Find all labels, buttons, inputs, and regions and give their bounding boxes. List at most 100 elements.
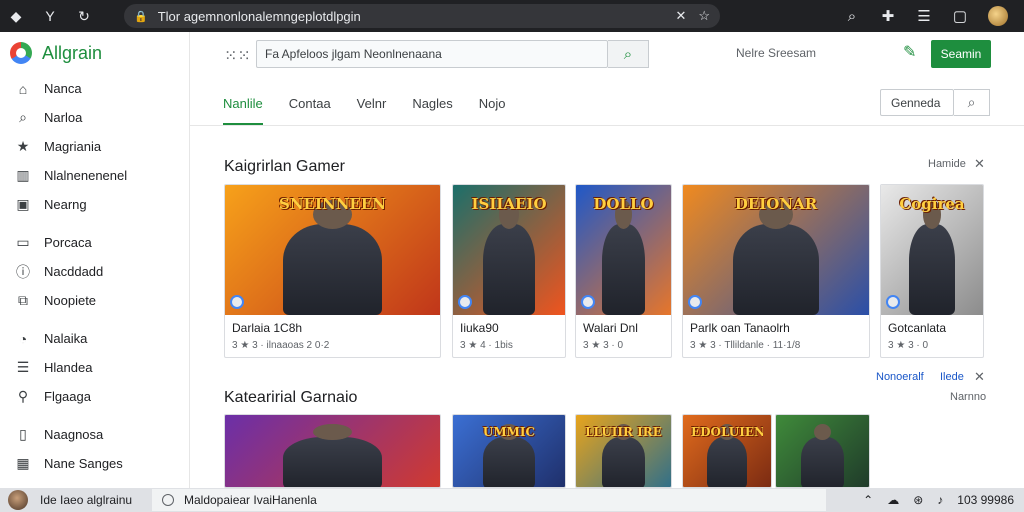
volume-icon[interactable]: ♪ — [937, 493, 943, 507]
profile-avatar[interactable] — [988, 6, 1008, 26]
search-icon[interactable]: ⌕ — [844, 8, 860, 25]
badge-icon — [688, 295, 702, 309]
search-input[interactable]: Fa Apfeloos jlgam Neonlnenaana — [256, 40, 608, 68]
game-artwork: Cogirea — [881, 185, 983, 315]
game-artwork: SNEINNEEN — [225, 185, 440, 315]
download-item[interactable]: Maldopaiear IvaiHanenla — [152, 489, 826, 511]
color-square-icon[interactable]: ◆ — [8, 8, 24, 24]
section-link[interactable]: Ilede — [940, 371, 964, 383]
browser-toolbar: ◆ Y ↻ 🔒 Tlor agemnonlonalemngeplotdlpgin… — [0, 0, 1024, 32]
game-card[interactable] — [775, 414, 870, 488]
address-bar[interactable]: 🔒 Tlor agemnonlonalemngeplotdlpgin ✕ ☆ — [124, 4, 720, 28]
card-icon: ▭ — [16, 234, 30, 250]
sidebar-item-label: Flgaaga — [44, 389, 91, 404]
sidebar-item[interactable]: ⚲ Flgaaga — [0, 382, 189, 411]
sidebar-item[interactable]: ★ Magriania — [0, 132, 189, 161]
sidebar: Allgrain ⌂ Nanca ⌕ Narloa ★ Magriania ▥ Nlalnen… — [0, 32, 190, 488]
chevron-up-icon[interactable]: ⌃ — [863, 493, 873, 507]
badge-icon — [886, 295, 900, 309]
filter-input[interactable]: Genneda — [880, 89, 954, 116]
game-card[interactable] — [224, 414, 441, 488]
search-icon: ⌕ — [623, 45, 633, 63]
network-icon[interactable]: ⊛ — [913, 493, 923, 507]
signin-button[interactable]: Seamin — [931, 40, 991, 68]
section-more-link[interactable]: Narnno — [950, 391, 986, 403]
close-icon[interactable]: ✕ — [675, 8, 686, 24]
sidebar-item[interactable]: ▯ Naagnosa — [0, 420, 189, 449]
close-icon[interactable]: ✕ — [974, 156, 985, 172]
game-artwork: DEIONAR — [683, 185, 869, 315]
sidebar-item[interactable]: ◔ Nalaika — [0, 324, 189, 353]
sidebar-item[interactable]: ⓘ Nacddadd — [0, 257, 189, 286]
character-figure — [733, 200, 819, 315]
close-icon[interactable]: ✕ — [974, 369, 985, 385]
help-link[interactable]: Nelre Sreesam — [736, 46, 816, 60]
tab[interactable]: Nagles — [412, 88, 452, 124]
game-card[interactable]: DEIONAR Parlk oan Tanaolrh 3 ★ 3 · Tllilda… — [682, 184, 870, 358]
search-button[interactable]: ⌕ — [608, 40, 649, 68]
file-icon — [162, 494, 174, 506]
home-icon: ⌂ — [18, 80, 28, 97]
sidebar-item[interactable]: ⌂ Nanca — [0, 74, 189, 103]
game-card[interactable]: SNEINNEEN Darlaia 1C8h 3 ★ 3 · ilnaaoas 2 … — [224, 184, 441, 358]
y-icon[interactable]: Y — [42, 8, 58, 24]
game-card[interactable]: Cogirea Gotcanlata 3 ★ 3 · 0 — [880, 184, 984, 358]
sidebar-item[interactable]: ⌕ Narloa — [0, 103, 189, 132]
filter-search-button[interactable]: ⌕ — [954, 89, 990, 116]
badge-icon — [230, 295, 244, 309]
address-url[interactable]: Tlor agemnonlonalemngeplotdlpgin — [158, 9, 664, 24]
game-artwork: DOLLO — [576, 185, 671, 315]
doc-icon: ▯ — [19, 426, 27, 442]
tab[interactable]: Contaa — [289, 88, 331, 124]
status-user: Ide Iaeo alglrainu — [40, 493, 133, 507]
sidebar-item[interactable]: ☰ Hlandea — [0, 353, 189, 382]
sidebar-item-label: Nalaika — [44, 331, 88, 346]
sidebar-item[interactable]: ⧉ Noopiete — [0, 286, 189, 315]
star-icon[interactable]: ☆ — [698, 8, 710, 24]
artwork-title: EDOLUIEN — [691, 425, 763, 439]
square-icon: ▣ — [16, 196, 30, 212]
sidebar-item-label: Noopiete — [44, 293, 97, 308]
game-card[interactable]: EDOLUIEN — [682, 414, 772, 488]
tab[interactable]: Nojo — [479, 88, 506, 124]
game-card[interactable]: ISIIAEIO Iiuka90 3 ★ 4 · 1bis — [452, 184, 566, 358]
character-figure — [601, 423, 646, 487]
info-icon: ⓘ — [16, 263, 30, 280]
refresh-icon[interactable]: ↻ — [76, 8, 92, 24]
sidebar-item-label: Nearng — [44, 197, 87, 212]
sidebar-item[interactable]: ▥ Nlalnenenenel — [0, 161, 189, 190]
character-figure — [483, 423, 535, 487]
sidebar-item-label: Narloa — [44, 110, 83, 125]
section-more-link[interactable]: Hamide — [928, 158, 966, 170]
avatar[interactable] — [8, 490, 28, 510]
grid-icon: ▦ — [16, 455, 30, 471]
game-card[interactable]: LLUIIR IRE — [575, 414, 672, 488]
sidebar-item[interactable]: ▭ Porcaca — [0, 228, 189, 257]
game-title: Gotcanlata — [888, 321, 947, 335]
tab[interactable]: Velnr — [357, 88, 387, 124]
menu-icon[interactable]: ☰ — [916, 8, 932, 25]
artwork-title: DOLLO — [593, 195, 654, 213]
game-rating: 3 ★ 3 · 0 — [888, 340, 929, 351]
brand-name: Allgrain — [42, 42, 103, 63]
window-icon[interactable]: ▢ — [952, 8, 968, 25]
clock-text: 103 99986 — [957, 493, 1014, 507]
artwork-title: LLUIIR IRE — [585, 425, 662, 439]
cloud-icon[interactable]: ☁ — [887, 493, 899, 507]
search-icon: ⌕ — [967, 94, 976, 110]
sidebar-item[interactable]: ▦ Nane Sanges — [0, 449, 189, 478]
game-card[interactable]: DOLLO Walari Dnl 3 ★ 3 · 0 — [575, 184, 672, 358]
apps-grid-icon[interactable]: ⁙⁙ — [224, 46, 251, 66]
extension-icon[interactable]: ✚ — [880, 8, 896, 25]
tab[interactable]: Nanlile — [223, 88, 263, 126]
game-artwork: ISIIAEIO — [453, 185, 565, 315]
brand[interactable]: Allgrain — [0, 32, 189, 74]
game-card[interactable]: UMMIC — [452, 414, 566, 488]
game-title: Iiuka90 — [460, 321, 499, 335]
section-title: Katearirial Garnaio — [224, 389, 358, 406]
sidebar-item[interactable]: ▣ Nearng — [0, 190, 189, 219]
sidebar-item-label: Nlalnenenenel — [44, 168, 128, 183]
section-link[interactable]: Nonoeralf — [876, 371, 924, 383]
pin-icon[interactable]: ✎ — [903, 42, 916, 62]
